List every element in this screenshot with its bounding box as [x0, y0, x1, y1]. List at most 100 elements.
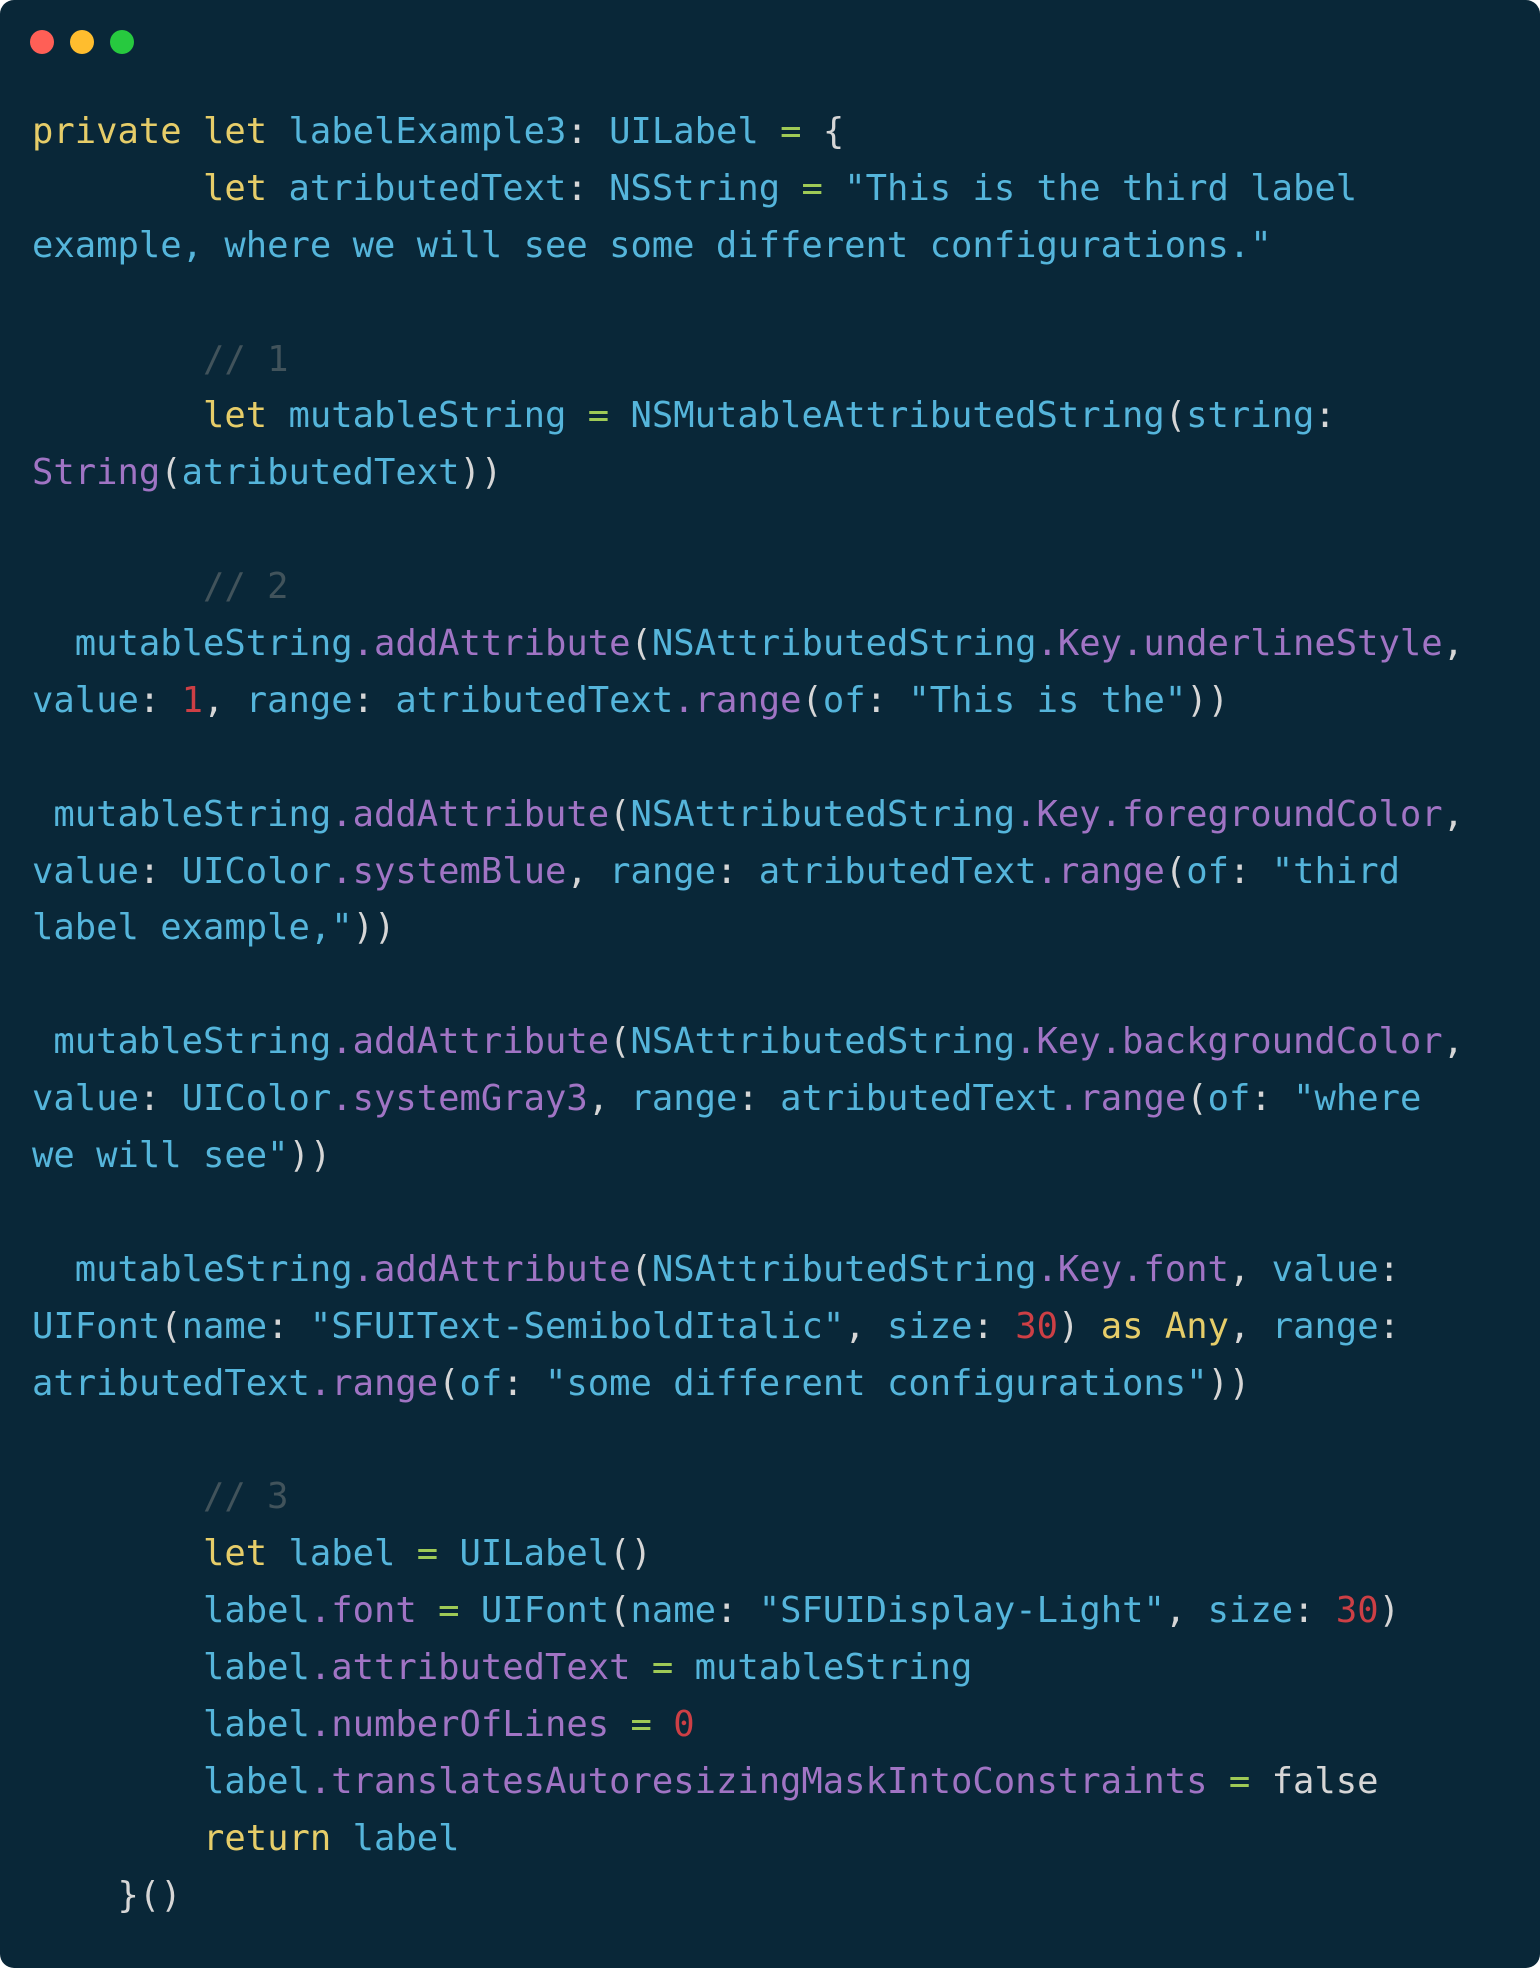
code-token-punctuation: : [267, 1305, 310, 1347]
code-token-identifier: mutableString [74, 623, 353, 665]
code-line: // 1 [32, 332, 1464, 389]
code-token-keyword: return [202, 1817, 332, 1859]
code-token-identifier: atributedText [32, 1362, 310, 1404]
code-token-identifier: atributedText [288, 167, 567, 209]
code-token-identifier: value [32, 679, 139, 721]
code-line: // 3 [32, 1469, 1464, 1526]
code-token-member: .systemGray3 [331, 1078, 588, 1120]
code-token-punctuation: , [844, 1305, 887, 1347]
code-token-member: String [32, 452, 161, 494]
code-line: value: UIColor.systemGray3, range: atrib… [32, 1071, 1464, 1128]
code-token-identifier: NSString [609, 167, 781, 209]
code-token-punctuation: )) [352, 907, 396, 949]
code-token-punctuation: ( [630, 1248, 652, 1290]
code-token-identifier: of [822, 679, 866, 721]
code-token-identifier: UIFont [32, 1305, 161, 1347]
code-token-punctuation: : [138, 1078, 182, 1120]
code-token-operator: = [1228, 1760, 1251, 1802]
code-token-member: .Key.underlineStyle [1036, 623, 1443, 665]
code-token-identifier: "SFUIDisplay-Light" [758, 1590, 1165, 1632]
code-line: label example,")) [32, 900, 1464, 957]
code-token-punctuation [32, 794, 53, 835]
code-line: value: 1, range: atributedText.range(of:… [32, 673, 1464, 730]
code-token-member: .Key.font [1036, 1248, 1229, 1290]
code-token-identifier: mutableString [288, 395, 567, 437]
code-token-punctuation [823, 168, 844, 209]
code-token-keyword: let [202, 1533, 268, 1575]
code-line: mutableString.addAttribute(NSAttributedS… [32, 1014, 1464, 1071]
minimize-button[interactable] [70, 30, 94, 54]
code-token-identifier: label [202, 1647, 310, 1689]
code-token-punctuation: ( [1164, 395, 1187, 437]
code-line: we will see")) [32, 1128, 1464, 1185]
code-token-comment: // 3 [202, 1476, 289, 1518]
code-token-operator: = [438, 1590, 460, 1632]
code-token-punctuation [1143, 1306, 1164, 1347]
code-token-punctuation: ( [630, 623, 652, 665]
code-token-keyword: let [202, 167, 268, 209]
code-token-punctuation [267, 168, 288, 209]
code-token-punctuation [673, 1647, 694, 1688]
code-token-identifier: UILabel [459, 1533, 610, 1575]
code-token-punctuation: , [566, 850, 610, 892]
close-button[interactable] [30, 30, 54, 54]
code-token-identifier: range [245, 679, 353, 721]
code-token-punctuation: ( [438, 1362, 460, 1404]
code-token-punctuation [32, 1704, 203, 1745]
code-token-keyword: let [203, 111, 268, 152]
code-token-identifier: of [459, 1362, 503, 1404]
code-token-number: 30 [1015, 1305, 1058, 1347]
code-token-punctuation [267, 1533, 288, 1574]
code-token-identifier: name [181, 1305, 268, 1347]
code-token-identifier: string [1186, 395, 1315, 437]
code-token-literal: false [1271, 1760, 1379, 1802]
code-token-punctuation: : [566, 111, 610, 152]
code-token-comment: // 2 [202, 566, 289, 608]
code-token-operator: = [416, 1533, 439, 1575]
code-token-punctuation [395, 1533, 416, 1574]
code-line: example, where we will see some differen… [32, 218, 1464, 275]
code-token-punctuation: : [566, 167, 610, 209]
code-token-identifier: range [630, 1078, 738, 1120]
code-token-operator: = [651, 1647, 674, 1689]
code-token-punctuation: ( [160, 1305, 182, 1347]
code-token-member: .Key.foregroundColor [1015, 793, 1443, 835]
code-token-identifier: of [1207, 1078, 1251, 1120]
code-token-identifier: "where [1293, 1078, 1422, 1120]
code-token-punctuation [32, 1590, 203, 1631]
code-line: mutableString.addAttribute(NSAttributedS… [32, 616, 1464, 673]
code-token-member: .range [673, 679, 802, 721]
code-token-identifier: of [1186, 850, 1229, 892]
code-token-keyword: let [202, 395, 268, 437]
code-token-punctuation [566, 395, 587, 436]
code-token-punctuation: )) [459, 452, 503, 494]
code-token-punctuation: : [352, 679, 396, 721]
code-token-punctuation: : [1228, 850, 1272, 892]
code-token-comment: // 1 [202, 338, 289, 380]
code-token-identifier: UIColor [181, 1078, 332, 1120]
code-token-punctuation [609, 1704, 630, 1745]
code-token-punctuation: : [1293, 1590, 1336, 1632]
code-token-punctuation: )) [1207, 1362, 1251, 1404]
zoom-button[interactable] [110, 30, 134, 54]
code-token-member: .attributedText [309, 1647, 631, 1689]
code-token-member: .translatesAutoresizingMaskIntoConstrain… [309, 1760, 1208, 1802]
code-token-identifier: NSAttributedString [630, 1021, 1016, 1063]
code-token-punctuation: : [1378, 1248, 1400, 1290]
code-token-member: .addAttribute [331, 1021, 610, 1063]
code-token-punctuation: , [203, 679, 246, 721]
code-token-punctuation: ( [1164, 850, 1187, 892]
code-line: let atributedText: NSString = "This is t… [32, 161, 1464, 218]
code-token-keyword: private [32, 111, 182, 152]
code-token-identifier: size [886, 1305, 973, 1347]
code-token-punctuation [759, 111, 780, 152]
code-token-punctuation [32, 566, 203, 607]
code-token-punctuation: , [587, 1078, 631, 1120]
code-token-identifier: mutableString [694, 1647, 973, 1689]
code-line: }() [32, 1868, 1464, 1925]
code-token-punctuation [32, 623, 75, 664]
code-token-punctuation [32, 1818, 203, 1859]
